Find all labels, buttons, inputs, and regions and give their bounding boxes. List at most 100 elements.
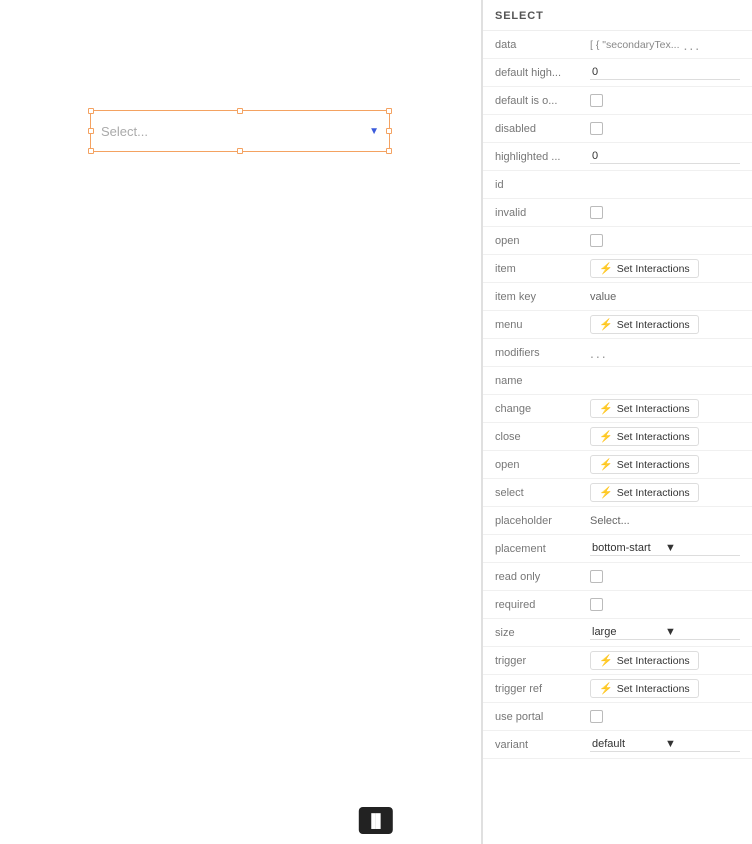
panel-title: SELECT [483,0,752,31]
prop-row: read only [483,563,752,591]
more-options-btn[interactable]: ... [684,37,702,53]
resize-handle-ml[interactable] [88,128,94,134]
prop-value [590,122,740,135]
prop-row: placementbottom-start▼ [483,535,752,563]
prop-checkbox[interactable] [590,598,603,611]
dropdown-chevron-icon: ▼ [665,542,738,554]
prop-row: close⚡Set Interactions [483,423,752,451]
prop-label: trigger [495,655,590,667]
prop-checkbox[interactable] [590,710,603,723]
prop-value: large▼ [590,625,740,640]
resize-handle-tc[interactable] [237,108,243,114]
prop-label: variant [495,739,590,751]
prop-row: select⚡Set Interactions [483,479,752,507]
prop-label: required [495,599,590,611]
prop-row: trigger ref⚡Set Interactions [483,675,752,703]
prop-checkbox[interactable] [590,206,603,219]
prop-value: default▼ [590,737,740,752]
prop-value: value [590,291,740,303]
prop-label: menu [495,319,590,331]
prop-value [590,65,740,80]
prop-label: default high... [495,67,590,79]
set-interactions-button[interactable]: ⚡Set Interactions [590,679,699,698]
prop-label: open [495,459,590,471]
select-component[interactable]: Select... ▼ [90,110,390,152]
prop-label: item [495,263,590,275]
bolt-icon: ⚡ [599,682,613,695]
resize-handle-bl[interactable] [88,148,94,154]
prop-checkbox[interactable] [590,570,603,583]
prop-row: required [483,591,752,619]
dropdown-chevron-icon: ▼ [665,738,738,750]
interactions-label: Set Interactions [617,655,690,667]
bolt-icon: ⚡ [599,318,613,331]
set-interactions-button[interactable]: ⚡ Set Interactions [590,455,699,474]
set-interactions-button[interactable]: ⚡ Set Interactions [590,651,699,670]
set-interactions-button[interactable]: ⚡Set Interactions [590,259,699,278]
interactions-label: Set Interactions [617,319,690,331]
interactions-label: Set Interactions [617,403,690,415]
resize-handle-tl[interactable] [88,108,94,114]
set-interactions-button[interactable]: ⚡Set Interactions [590,399,699,418]
set-interactions-button[interactable]: ⚡Set Interactions [590,483,699,502]
prop-value: ⚡ Set Interactions [590,651,740,670]
prop-row: open ⚡ Set Interactions [483,451,752,479]
prop-row: trigger ⚡ Set Interactions [483,647,752,675]
bolt-icon: ⚡ [599,430,613,443]
prop-label: trigger ref [495,683,590,695]
prop-dropdown[interactable]: bottom-start▼ [590,541,740,556]
prop-value: ⚡Set Interactions [590,679,740,698]
prop-value: bottom-start▼ [590,541,740,556]
resize-handle-bc[interactable] [237,148,243,154]
prop-checkbox[interactable] [590,234,603,247]
prop-label: item key [495,291,590,303]
prop-value [590,710,740,723]
prop-row: item⚡Set Interactions [483,255,752,283]
prop-value [590,598,740,611]
prop-row: id [483,171,752,199]
prop-checkbox[interactable] [590,122,603,135]
resize-handle-mr[interactable] [386,128,392,134]
resize-handle-br[interactable] [386,148,392,154]
prop-label: select [495,487,590,499]
prop-label: invalid [495,207,590,219]
more-options-btn[interactable]: ... [590,345,608,361]
prop-label: placement [495,543,590,555]
prop-value: ⚡Set Interactions [590,399,740,418]
prop-value: Select... [590,515,740,527]
dropdown-value: large [592,626,665,638]
dropdown-chevron-icon: ▼ [665,626,738,638]
prop-value [590,570,740,583]
prop-label: use portal [495,711,590,723]
prop-row: data[ { "secondaryTex...... [483,31,752,59]
prop-label: change [495,403,590,415]
prop-row: highlighted ... [483,143,752,171]
prop-value: ⚡Set Interactions [590,427,740,446]
set-interactions-button[interactable]: ⚡Set Interactions [590,427,699,446]
canvas: Select... ▼ [0,0,482,844]
prop-text-input[interactable] [590,149,740,164]
prop-label: data [495,39,590,51]
bolt-icon: ⚡ [599,458,613,471]
prop-dropdown[interactable]: large▼ [590,625,740,640]
prop-dropdown[interactable]: default▼ [590,737,740,752]
prop-value: [ { "secondaryTex...... [590,37,740,53]
prop-label: disabled [495,123,590,135]
prop-checkbox[interactable] [590,94,603,107]
prop-row: name [483,367,752,395]
prop-value [590,149,740,164]
bolt-icon: ⚡ [599,654,613,667]
prop-label: default is o... [495,95,590,107]
prop-static-value: Select... [590,515,630,527]
set-interactions-button[interactable]: ⚡ Set Interactions [590,315,699,334]
prop-text-input[interactable] [590,65,740,80]
prop-static-value: value [590,291,616,303]
dropdown-value: default [592,738,665,750]
prop-label: modifiers [495,347,590,359]
prop-row: item keyvalue [483,283,752,311]
resize-handle-tr[interactable] [386,108,392,114]
prop-value: ⚡ Set Interactions [590,315,740,334]
prop-value: ⚡ Set Interactions [590,455,740,474]
interactions-label: Set Interactions [617,459,690,471]
prop-row: open [483,227,752,255]
